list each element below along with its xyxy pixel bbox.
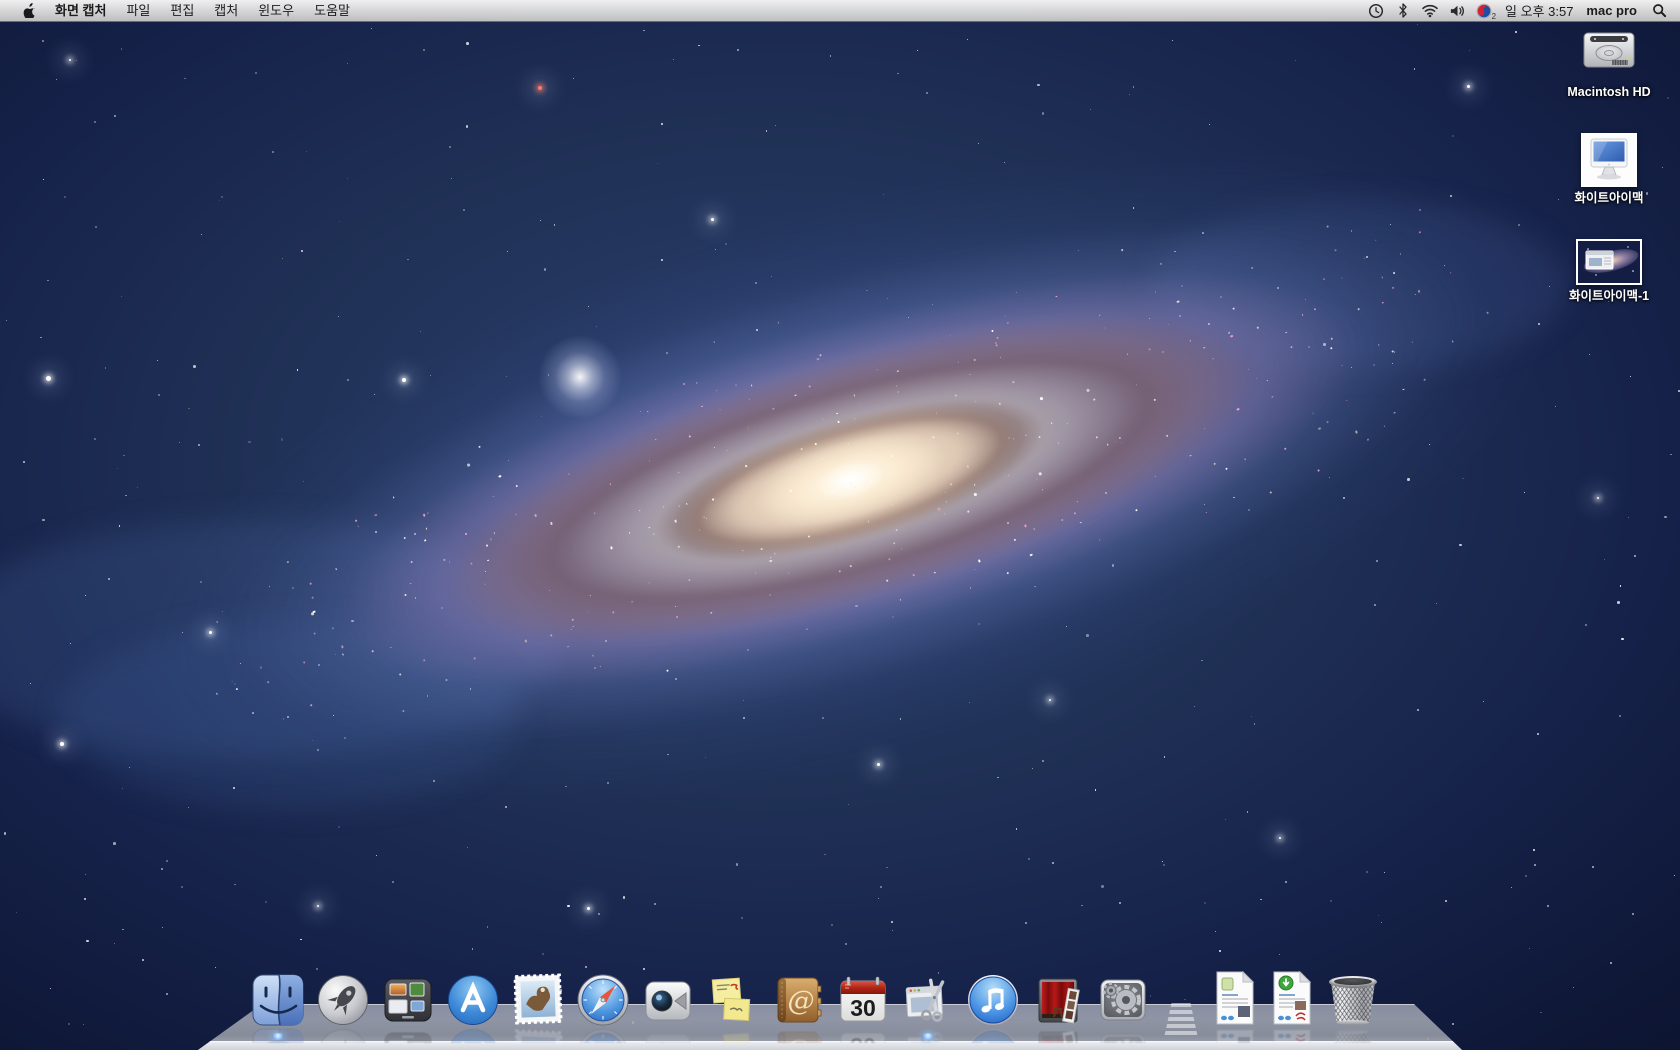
menu-bar-username[interactable]: mac pro — [1586, 3, 1637, 18]
dock-mission-control-icon[interactable] — [382, 974, 434, 1026]
dock-grab-icon[interactable] — [902, 974, 954, 1026]
dock-document-download-icon[interactable] — [1270, 970, 1314, 1026]
spotlight-icon[interactable] — [1650, 0, 1668, 22]
bluetooth-icon[interactable] — [1394, 0, 1412, 22]
time-machine-icon[interactable] — [1367, 0, 1385, 22]
dock-document-icon[interactable] — [1213, 970, 1257, 1026]
menu-item-1[interactable]: 파일 — [116, 3, 160, 18]
dock-ical-icon[interactable]: 3030 — [837, 974, 889, 1026]
desktop-icon-screenshot-photo[interactable]: 화이트아이맥-1 — [1569, 239, 1649, 303]
dock-photo-booth-icon[interactable] — [1032, 974, 1084, 1026]
desktop-icon-column: Macintosh HD 화이트아이맥화이트아이맥-1 — [1554, 26, 1664, 303]
menu-bar: 화면 캡처파일편집캡처윈도우도움말 2 일 오후 3:57 mac pro — [0, 0, 1680, 22]
menu-item-4[interactable]: 윈도우 — [248, 3, 304, 18]
menu-item-2[interactable]: 편집 — [160, 3, 204, 18]
dock-system-preferences-icon[interactable] — [1097, 974, 1149, 1026]
volume-icon[interactable] — [1448, 0, 1466, 22]
menu-item-3[interactable]: 캡처 — [204, 3, 248, 18]
dock-address-book-icon[interactable]: @@ — [772, 974, 824, 1026]
imac-photo-icon — [1581, 133, 1637, 187]
menu-item-5[interactable]: 도움말 — [304, 3, 360, 18]
andromeda-galaxy — [42, 1, 1657, 958]
dock-launchpad-icon[interactable] — [317, 974, 369, 1026]
running-app-indicator — [272, 1033, 285, 1040]
dock-finder-icon[interactable] — [252, 974, 304, 1026]
desktop-screen: 화면 캡처파일편집캡처윈도우도움말 2 일 오후 3:57 mac pro Ma… — [0, 0, 1680, 1050]
dock-stickies-icon[interactable] — [707, 974, 759, 1026]
dock-facetime-icon[interactable] — [642, 974, 694, 1026]
dock-app-store-icon[interactable] — [447, 974, 499, 1026]
dock-mail-icon[interactable] — [512, 970, 564, 1026]
desktop-icon-hard-drive[interactable]: Macintosh HD — [1567, 26, 1650, 99]
desktop-icon-label: 화이트아이맥 — [1574, 191, 1643, 205]
dock-separator — [1164, 1000, 1198, 1038]
desktop-icon-label: 화이트아이맥-1 — [1569, 289, 1649, 303]
wifi-icon[interactable] — [1421, 0, 1439, 22]
desktop-icon-imac-photo[interactable]: 화이트아이맥 — [1574, 133, 1643, 205]
menu-item-0[interactable]: 화면 캡처 — [45, 3, 116, 18]
svg-text:30: 30 — [850, 995, 876, 1021]
hard-drive-icon — [1579, 26, 1639, 81]
screenshot-photo-icon — [1576, 239, 1642, 285]
apple-menu[interactable] — [14, 0, 45, 22]
dock-items: @@3030 — [252, 970, 1379, 1026]
dock-trash-icon[interactable] — [1327, 976, 1379, 1026]
svg-text:@: @ — [788, 986, 815, 1017]
companion-galaxy-glow — [538, 335, 622, 419]
running-app-indicator — [922, 1033, 935, 1040]
korean-input-icon[interactable]: 2 — [1475, 0, 1493, 22]
input-source-badge: 2 — [1492, 12, 1496, 21]
dock-itunes-icon[interactable] — [967, 974, 1019, 1026]
dock-safari-icon[interactable] — [577, 974, 629, 1026]
desktop-icon-label: Macintosh HD — [1567, 85, 1650, 99]
menu-bar-clock[interactable]: 일 오후 3:57 — [1505, 1, 1573, 20]
wallpaper — [0, 0, 1680, 1050]
dock: @@3030 — [0, 900, 1680, 1050]
